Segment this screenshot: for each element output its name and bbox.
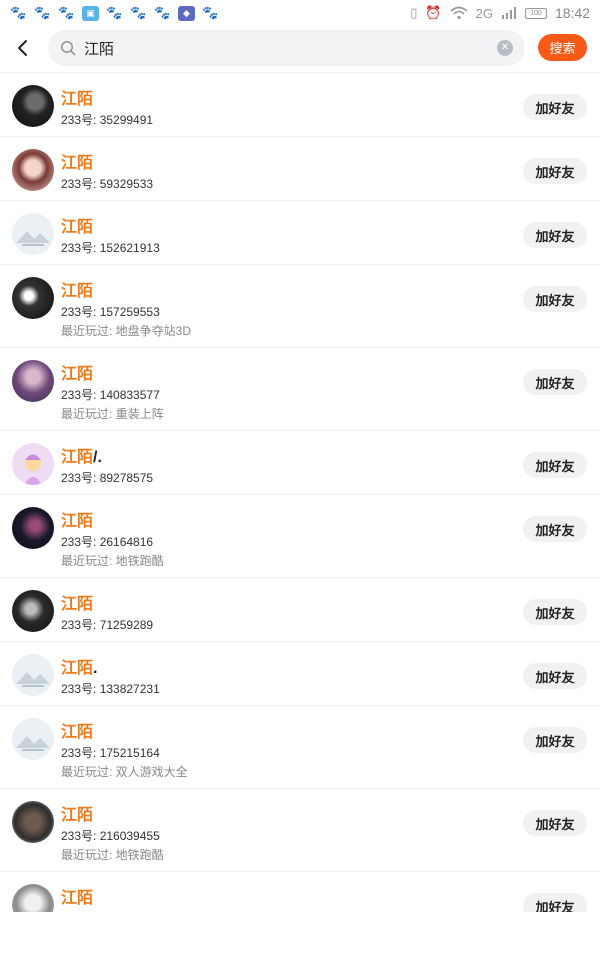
- user-name: 江陌.: [61, 660, 98, 677]
- user-id: 233号: 157259553: [61, 305, 160, 319]
- add-friend-button[interactable]: 加好友: [523, 286, 587, 312]
- list-item[interactable]: 江陌 233号: 71259289 加好友: [0, 578, 600, 642]
- recently-played: 最近玩过: 重装上阵: [61, 407, 164, 421]
- avatar[interactable]: [12, 590, 54, 632]
- paw-icon: 🐾: [106, 5, 123, 20]
- user-id: 233号: 152621913: [61, 241, 160, 255]
- add-friend-button[interactable]: 加好友: [523, 663, 587, 689]
- list-item[interactable]: 江陌 233号: 175215164 最近玩过: 双人游戏大全 加好友: [0, 706, 600, 789]
- user-id: 233号: 71259289: [61, 618, 154, 632]
- default-avatar-icon: [16, 231, 50, 246]
- user-id: 233号: 26164816: [61, 535, 154, 549]
- search-query[interactable]: 江陌: [84, 38, 497, 59]
- add-friend-button[interactable]: 加好友: [523, 369, 587, 395]
- user-name: 江陌: [61, 283, 94, 300]
- paw-icon: 🐾: [202, 5, 219, 20]
- user-name: 江陌: [61, 513, 94, 530]
- list-item[interactable]: 江陌 233号: 59329533 加好友: [0, 137, 600, 201]
- user-result-list: 江陌 233号: 35299491 加好友 江陌 233号: 59329533 …: [0, 72, 600, 912]
- add-friend-button[interactable]: 加好友: [523, 893, 587, 912]
- add-friend-button[interactable]: 加好友: [523, 599, 587, 625]
- list-item[interactable]: 江陌 233号: 26164816 最近玩过: 地铁跑酷 加好友: [0, 495, 600, 578]
- recently-played: 最近玩过: 地铁跑酷: [61, 848, 164, 862]
- clear-icon[interactable]: ✕: [497, 40, 513, 56]
- user-name: 江陌: [61, 219, 94, 236]
- user-name: 江陌: [61, 366, 94, 383]
- user-name: 江陌/.: [61, 449, 102, 466]
- paw-icon: 🐾: [154, 5, 171, 20]
- user-name: 江陌: [61, 724, 94, 741]
- wifi-icon: [450, 6, 468, 20]
- battery-icon: 100: [524, 7, 547, 19]
- cube-app-icon: ◆: [178, 5, 195, 21]
- user-id: 233号: 59329533: [61, 177, 154, 191]
- recently-played: 最近玩过: 地盘争夺站3D: [61, 324, 192, 338]
- search-header: 江陌 ✕ 搜索: [0, 27, 600, 69]
- user-id: 233号: 35299491: [61, 113, 154, 127]
- user-name: 江陌: [61, 890, 94, 907]
- avatar[interactable]: [12, 507, 54, 549]
- paw-icon: 🐾: [130, 5, 147, 20]
- signal-icon: [501, 7, 516, 19]
- default-avatar-icon: [16, 672, 50, 687]
- image-app-icon: ▣: [82, 5, 99, 21]
- avatar[interactable]: [12, 277, 54, 319]
- list-item[interactable]: 江陌 233号: 152621913 加好友: [0, 201, 600, 265]
- avatar[interactable]: [12, 85, 54, 127]
- user-name: 江陌: [61, 807, 94, 824]
- user-id: 233号: 133827231: [61, 682, 160, 696]
- avatar[interactable]: [12, 149, 54, 191]
- user-name: 江陌: [61, 155, 94, 172]
- user-name: 江陌: [61, 91, 94, 108]
- vibrate-icon: ▯: [410, 5, 418, 20]
- avatar[interactable]: [12, 213, 54, 255]
- search-button[interactable]: 搜索: [538, 34, 587, 61]
- user-id: 233号: 89278575: [61, 471, 154, 485]
- network-label: 2G: [475, 5, 493, 21]
- clock: 18:42: [554, 5, 590, 21]
- avatar[interactable]: [12, 801, 54, 843]
- user-id: 233号: 140833577: [61, 388, 160, 402]
- add-friend-button[interactable]: 加好友: [523, 727, 587, 753]
- list-item[interactable]: 江陌 加好友: [0, 872, 600, 912]
- search-icon: [61, 41, 76, 56]
- status-bar: 🐾 🐾 🐾 ▣ 🐾 🐾 🐾 ◆ 🐾 ▯ ⏰ 2G 100 18:42: [0, 0, 600, 26]
- list-item[interactable]: 江陌 233号: 140833577 最近玩过: 重装上阵 加好友: [0, 348, 600, 431]
- list-item[interactable]: 江陌. 233号: 133827231 加好友: [0, 642, 600, 706]
- user-id: 233号: 216039455: [61, 829, 160, 843]
- add-friend-button[interactable]: 加好友: [523, 94, 587, 120]
- list-item[interactable]: 江陌 233号: 157259553 最近玩过: 地盘争夺站3D 加好友: [0, 265, 600, 348]
- avatar[interactable]: [12, 884, 54, 912]
- alarm-icon: ⏰: [425, 5, 442, 20]
- default-avatar-icon: [16, 736, 50, 751]
- paw-icon: 🐾: [58, 5, 75, 20]
- user-id: 233号: 175215164: [61, 746, 160, 760]
- list-item[interactable]: 江陌 233号: 35299491 加好友: [0, 73, 600, 137]
- add-friend-button[interactable]: 加好友: [523, 810, 587, 836]
- user-name: 江陌: [61, 596, 94, 613]
- add-friend-button[interactable]: 加好友: [523, 158, 587, 184]
- back-arrow-icon: [18, 40, 27, 56]
- add-friend-button[interactable]: 加好友: [523, 222, 587, 248]
- back-button[interactable]: [0, 27, 46, 69]
- recently-played: 最近玩过: 双人游戏大全: [61, 765, 188, 779]
- status-indicators: ▯ ⏰ 2G 100 18:42: [410, 5, 590, 21]
- paw-icon: 🐾: [10, 5, 27, 20]
- avatar[interactable]: [12, 654, 54, 696]
- notification-icons: 🐾 🐾 🐾 ▣ 🐾 🐾 🐾 ◆ 🐾: [10, 5, 219, 21]
- list-item[interactable]: 江陌/. 233号: 89278575 加好友: [0, 431, 600, 495]
- add-friend-button[interactable]: 加好友: [523, 516, 587, 542]
- paw-icon: 🐾: [34, 5, 51, 20]
- add-friend-button[interactable]: 加好友: [523, 452, 587, 478]
- avatar[interactable]: [12, 360, 54, 402]
- recently-played: 最近玩过: 地铁跑酷: [61, 554, 164, 568]
- avatar[interactable]: [12, 443, 54, 485]
- list-item[interactable]: 江陌 233号: 216039455 最近玩过: 地铁跑酷 加好友: [0, 789, 600, 872]
- avatar[interactable]: [12, 718, 54, 760]
- cartoon-avatar-icon: [24, 454, 42, 485]
- search-input[interactable]: 江陌 ✕: [48, 30, 525, 66]
